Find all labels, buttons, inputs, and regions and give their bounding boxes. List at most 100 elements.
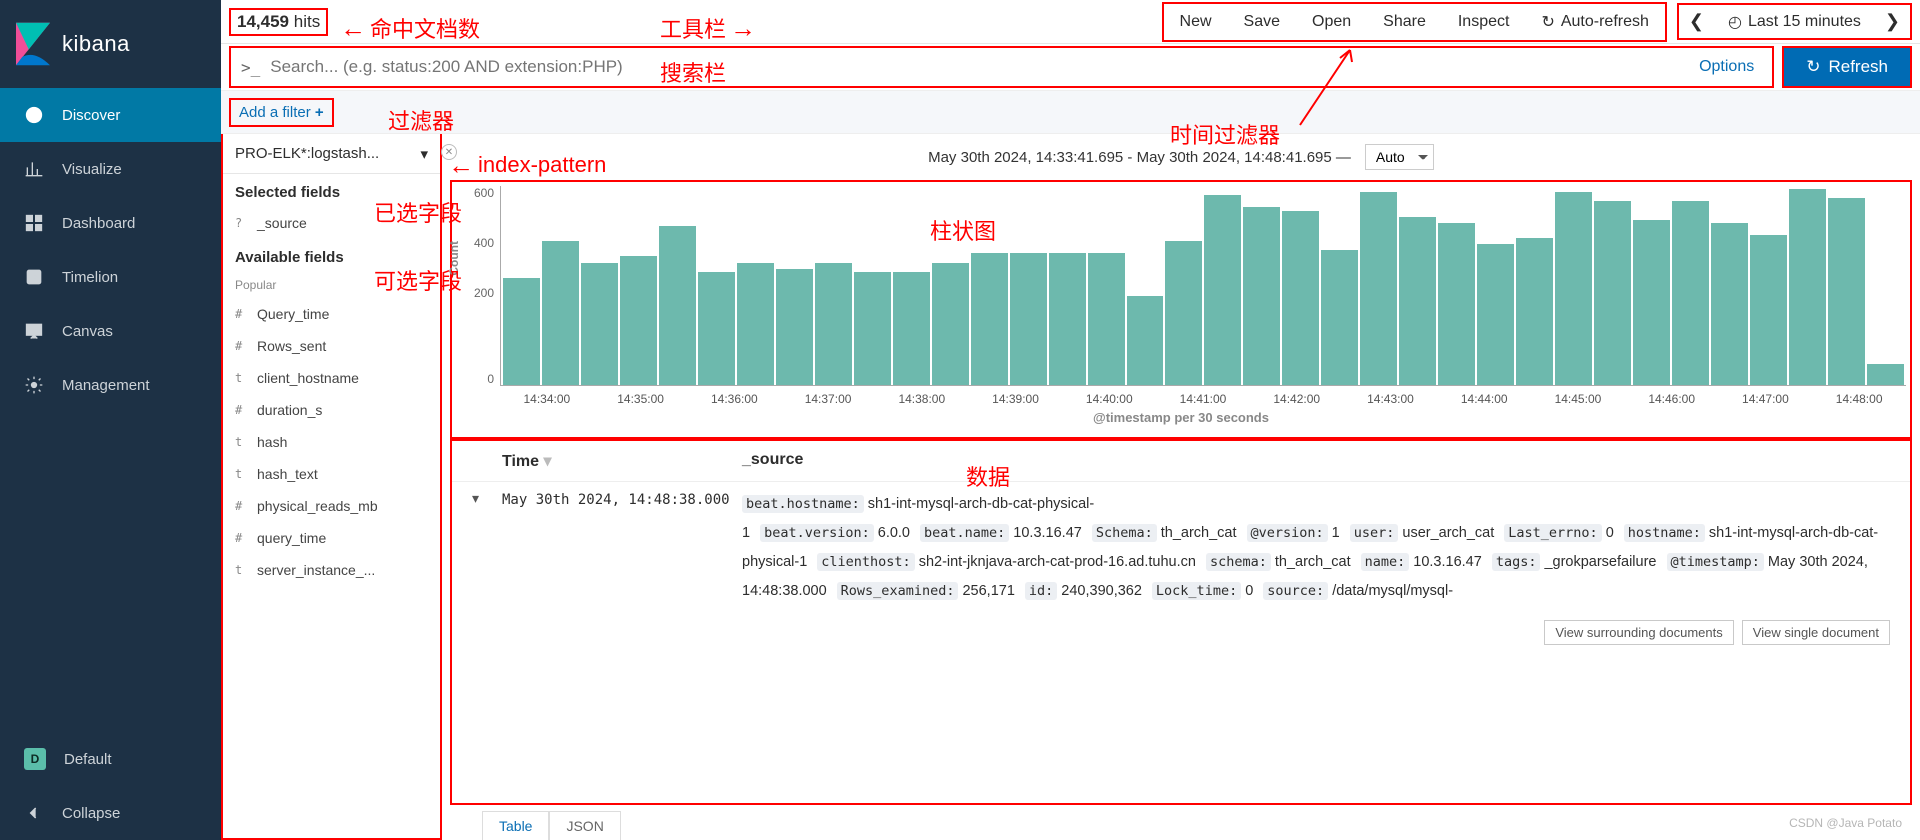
available-field[interactable]: thash	[223, 426, 440, 458]
available-field[interactable]: #Rows_sent	[223, 330, 440, 362]
field-key: beat.version:	[760, 524, 874, 542]
new-button[interactable]: New	[1164, 4, 1228, 40]
available-field[interactable]: #physical_reads_mb	[223, 490, 440, 522]
field-key: Schema:	[1092, 524, 1157, 542]
time-range-button[interactable]: ◴Last 15 minutes	[1714, 6, 1875, 38]
field-type-icon: #	[235, 531, 247, 545]
refresh-icon: ↻	[1541, 12, 1554, 32]
bar[interactable]	[1360, 192, 1397, 385]
time-next-button[interactable]: ❯	[1875, 5, 1910, 38]
filter-bar: Add a filter +	[221, 90, 1920, 134]
timelion-icon	[24, 267, 44, 287]
bar[interactable]	[698, 272, 735, 385]
auto-refresh-button[interactable]: ↻ Auto-refresh	[1525, 4, 1664, 40]
bar[interactable]	[1165, 241, 1202, 385]
nav-timelion[interactable]: Timelion	[0, 250, 221, 304]
search-options-button[interactable]: Options	[1691, 58, 1762, 76]
bar[interactable]	[1555, 192, 1592, 385]
selected-field[interactable]: ?_source	[223, 207, 440, 239]
doc-button[interactable]: View surrounding documents	[1544, 620, 1733, 645]
bar[interactable]	[1438, 223, 1475, 385]
available-field[interactable]: #query_time	[223, 522, 440, 554]
bar[interactable]	[893, 272, 930, 385]
bar[interactable]	[737, 263, 774, 385]
tab-json[interactable]: JSON	[549, 811, 620, 840]
bar[interactable]	[1711, 223, 1748, 385]
bar[interactable]	[1633, 220, 1670, 385]
refresh-button[interactable]: ↻ Refresh	[1782, 46, 1912, 88]
field-value: 256,171	[962, 583, 1014, 599]
logo[interactable]: kibana	[0, 0, 221, 88]
toolbar: NewSaveOpenShareInspect↻ Auto-refresh	[1162, 2, 1667, 42]
bar[interactable]	[503, 278, 540, 385]
open-button[interactable]: Open	[1296, 4, 1367, 40]
bar[interactable]	[1088, 253, 1125, 385]
bar[interactable]	[1282, 211, 1319, 386]
available-field[interactable]: #duration_s	[223, 394, 440, 426]
bar[interactable]	[1789, 189, 1826, 385]
bar[interactable]	[620, 256, 657, 385]
field-value: 0	[1606, 525, 1614, 541]
col-source[interactable]: _source	[742, 451, 803, 471]
field-key: beat.name:	[920, 524, 1009, 542]
bar[interactable]	[1867, 364, 1904, 385]
data-table: Time ▾ _source ▾ May 30th 2024, 14:48:38…	[450, 439, 1912, 805]
nav-discover[interactable]: Discover	[0, 88, 221, 142]
refresh-icon: ↻	[1806, 57, 1820, 77]
bar[interactable]	[854, 272, 891, 385]
bar[interactable]	[581, 263, 618, 385]
bar[interactable]	[776, 269, 813, 385]
nav-dashboard[interactable]: Dashboard	[0, 196, 221, 250]
bar[interactable]	[815, 263, 852, 385]
col-time[interactable]: Time ▾	[502, 451, 742, 471]
nav-collapse[interactable]: Collapse	[0, 786, 221, 840]
bar[interactable]	[1594, 201, 1631, 385]
nav-default[interactable]: DDefault	[0, 732, 221, 786]
index-pattern-selector[interactable]: PRO-ELK*:logstash...▾	[223, 134, 440, 174]
bar[interactable]	[1243, 207, 1280, 385]
bar[interactable]	[971, 253, 1008, 385]
bar[interactable]	[1049, 253, 1086, 385]
bar[interactable]	[1321, 250, 1358, 385]
bar[interactable]	[1127, 296, 1164, 385]
nav-management[interactable]: Management	[0, 358, 221, 412]
chart-bars[interactable]	[500, 186, 1906, 386]
bar[interactable]	[1010, 253, 1047, 385]
field-key: beat.hostname:	[742, 495, 864, 513]
bar[interactable]	[659, 226, 696, 385]
available-field[interactable]: thash_text	[223, 458, 440, 490]
available-field[interactable]: tserver_instance_...	[223, 554, 440, 586]
available-field[interactable]: tclient_hostname	[223, 362, 440, 394]
bar[interactable]	[1516, 238, 1553, 385]
popular-label: Popular	[223, 272, 440, 298]
share-button[interactable]: Share	[1367, 4, 1442, 40]
field-key: Lock_time:	[1152, 582, 1241, 600]
table-row: ▾ May 30th 2024, 14:48:38.000 beat.hostn…	[452, 482, 1910, 614]
tab-table[interactable]: Table	[482, 811, 549, 840]
search-input[interactable]	[270, 57, 1681, 77]
add-filter-button[interactable]: Add a filter +	[229, 98, 334, 127]
nav-visualize[interactable]: Visualize	[0, 142, 221, 196]
bar[interactable]	[1672, 201, 1709, 385]
time-prev-button[interactable]: ❮	[1679, 5, 1714, 38]
doc-tabs: TableJSON	[442, 805, 1920, 840]
expand-row-button[interactable]: ▾	[472, 490, 502, 507]
bar[interactable]	[1828, 198, 1865, 385]
bar[interactable]	[1750, 235, 1787, 385]
bar[interactable]	[1399, 217, 1436, 385]
bar[interactable]	[932, 263, 969, 385]
interval-select[interactable]: Auto	[1365, 144, 1434, 170]
field-value: 10.3.16.47	[1413, 554, 1482, 570]
field-key: tags:	[1492, 553, 1541, 571]
bar[interactable]	[1477, 244, 1514, 385]
doc-buttons: View surrounding documents View single do…	[452, 614, 1910, 651]
time-filter: ❮ ◴Last 15 minutes ❯	[1677, 3, 1912, 40]
bar[interactable]	[542, 241, 579, 385]
available-field[interactable]: #Query_time	[223, 298, 440, 330]
save-button[interactable]: Save	[1228, 4, 1296, 40]
barline-icon	[24, 159, 44, 179]
inspect-button[interactable]: Inspect	[1442, 4, 1526, 40]
doc-button[interactable]: View single document	[1742, 620, 1890, 645]
bar[interactable]	[1204, 195, 1241, 385]
nav-canvas[interactable]: Canvas	[0, 304, 221, 358]
